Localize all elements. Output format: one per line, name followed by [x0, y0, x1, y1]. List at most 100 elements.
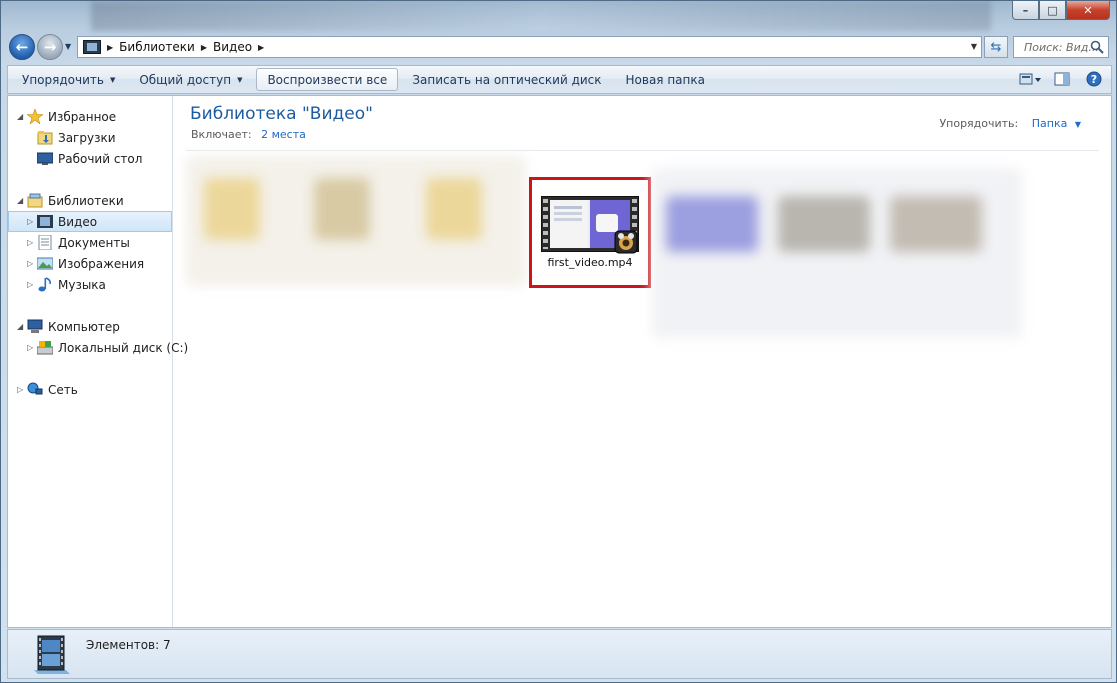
expanded-arrow-icon[interactable]: ◢ [17, 196, 23, 205]
preview-pane-button[interactable] [1051, 69, 1073, 89]
recent-pages-dropdown-icon[interactable]: ▼ [65, 42, 71, 51]
content-area: ◢ Избранное Загрузки Рабочий стол ◢ Библ… [7, 95, 1112, 628]
navigation-pane[interactable]: ◢ Избранное Загрузки Рабочий стол ◢ Библ… [8, 96, 188, 627]
minimize-button[interactable]: – [1012, 1, 1039, 20]
breadcrumb-separator-icon[interactable]: ▶ [107, 43, 113, 52]
details-pane: Элементов: 7 [7, 629, 1112, 679]
share-button[interactable]: Общий доступ ▼ [129, 68, 252, 91]
collapsed-arrow-icon[interactable]: ▷ [27, 217, 33, 226]
nav-item-libraries[interactable]: ◢ Библиотеки [8, 190, 172, 211]
maximize-button[interactable]: □ [1039, 1, 1066, 20]
media-player-badge-icon [614, 230, 638, 254]
nav-item-documents[interactable]: ▷ Документы [8, 232, 172, 253]
item-count: Элементов: 7 [86, 638, 171, 652]
blurred-items-right [652, 168, 1022, 338]
nav-label: Библиотеки [48, 193, 124, 208]
file-view[interactable]: Библиотека "Видео" Включает: 2 места Упо… [174, 96, 1111, 627]
nav-label: Локальный диск (C:) [58, 340, 189, 355]
nav-item-video[interactable]: ▷ Видео [8, 211, 172, 232]
nav-label: Избранное [48, 109, 117, 124]
nav-item-images[interactable]: ▷ Изображения [8, 253, 172, 274]
computer-icon [27, 319, 43, 333]
includes-locations-link[interactable]: 2 места [261, 128, 306, 141]
blurred-folder[interactable] [204, 178, 260, 240]
file-name: first_video.mp4 [547, 256, 633, 269]
network-icon [27, 382, 43, 395]
play-all-button[interactable]: Воспроизвести все [256, 68, 399, 91]
nav-label: Музыка [58, 277, 106, 292]
view-options-button[interactable] [1019, 69, 1041, 89]
new-folder-label: Новая папка [625, 72, 705, 87]
music-note-icon [38, 277, 51, 292]
chevron-down-icon[interactable]: ▼ [1075, 120, 1081, 129]
nav-item-music[interactable]: ▷ Музыка [8, 274, 172, 295]
breadcrumb-video[interactable]: Видео [213, 40, 252, 54]
video-library-icon [83, 40, 101, 54]
arrange-label: Упорядочить: [939, 117, 1019, 130]
nav-item-network[interactable]: ▷ Сеть [8, 379, 172, 400]
arrow-left-icon: ← [15, 38, 29, 56]
close-button[interactable]: ✕ [1066, 1, 1110, 20]
nav-item-computer[interactable]: ◢ Компьютер [8, 316, 172, 337]
images-icon [37, 257, 53, 270]
search-input[interactable]: Поиск: Вид... [1013, 36, 1109, 58]
nav-label: Компьютер [48, 319, 120, 334]
arrange-dropdown[interactable]: Папка [1032, 117, 1068, 130]
downloads-folder-icon [37, 131, 53, 145]
address-history-dropdown-icon[interactable]: ▼ [971, 42, 977, 51]
search-icon[interactable] [1090, 40, 1104, 54]
title-bar [91, 1, 991, 31]
blurred-folder[interactable] [314, 178, 370, 240]
nav-label: Видео [58, 214, 98, 229]
video-library-icon [37, 215, 53, 228]
header-divider [186, 150, 1099, 151]
collapsed-arrow-icon[interactable]: ▷ [17, 385, 23, 394]
help-button[interactable]: ? [1083, 69, 1105, 89]
collapsed-arrow-icon[interactable]: ▷ [27, 259, 33, 268]
expanded-arrow-icon[interactable]: ◢ [17, 322, 23, 331]
nav-item-downloads[interactable]: Загрузки [8, 127, 172, 148]
film-strip-icon [543, 199, 548, 249]
nav-label: Документы [58, 235, 130, 250]
preview-pane-icon [1054, 72, 1070, 86]
back-button[interactable]: ← [9, 34, 35, 60]
address-bar[interactable]: ▶ Библиотеки ▶ Видео ▶ ▼ [77, 36, 982, 58]
libraries-icon [27, 193, 43, 208]
collapsed-arrow-icon[interactable]: ▷ [27, 238, 33, 247]
help-icon: ? [1086, 71, 1102, 87]
refresh-icon: ⇆ [990, 39, 1002, 55]
new-folder-button[interactable]: Новая папка [616, 68, 715, 91]
hard-drive-icon [37, 341, 53, 355]
blurred-video-item[interactable] [666, 196, 758, 252]
file-item-selected[interactable]: first_video.mp4 [529, 177, 651, 288]
command-bar: Упорядочить ▼ Общий доступ ▼ Воспроизвес… [7, 65, 1112, 94]
blurred-video-item[interactable] [778, 196, 870, 252]
burn-disc-button[interactable]: Записать на оптический диск [402, 68, 611, 91]
collapsed-arrow-icon[interactable]: ▷ [27, 343, 33, 352]
breadcrumb-libraries[interactable]: Библиотеки [119, 40, 195, 54]
blurred-video-item[interactable] [890, 196, 982, 252]
refresh-button[interactable]: ⇆ [984, 36, 1008, 58]
chevron-down-icon: ▼ [237, 75, 243, 84]
documents-icon [38, 235, 52, 250]
caption-buttons: – □ ✕ [1012, 1, 1110, 20]
address-row: ← → ▼ ▶ Библиотеки ▶ Видео ▶ ▼ ⇆ Поиск: … [7, 33, 1112, 61]
collapsed-arrow-icon[interactable]: ▷ [27, 280, 33, 289]
search-placeholder: Поиск: Вид... [1024, 40, 1099, 54]
explorer-window: – □ ✕ ← → ▼ ▶ Библиотеки ▶ Видео ▶ ▼ ⇆ П… [0, 0, 1117, 683]
organize-button[interactable]: Упорядочить ▼ [12, 68, 125, 91]
nav-item-local-disk[interactable]: ▷ Локальный диск (C:) [8, 337, 188, 358]
expanded-arrow-icon[interactable]: ◢ [17, 112, 23, 121]
video-library-large-icon [34, 635, 70, 674]
nav-item-desktop[interactable]: Рабочий стол [8, 148, 172, 169]
breadcrumb-separator-icon[interactable]: ▶ [201, 43, 207, 52]
library-title: Библиотека "Видео" [190, 104, 373, 124]
nav-label: Загрузки [58, 130, 116, 145]
star-icon [27, 109, 43, 124]
nav-item-favorites[interactable]: ◢ Избранное [8, 106, 172, 127]
breadcrumb-separator-icon[interactable]: ▶ [258, 43, 264, 52]
forward-button[interactable]: → [37, 34, 63, 60]
blurred-folder[interactable] [426, 178, 482, 240]
view-icon [1019, 73, 1041, 85]
arrow-right-icon: → [43, 38, 57, 56]
